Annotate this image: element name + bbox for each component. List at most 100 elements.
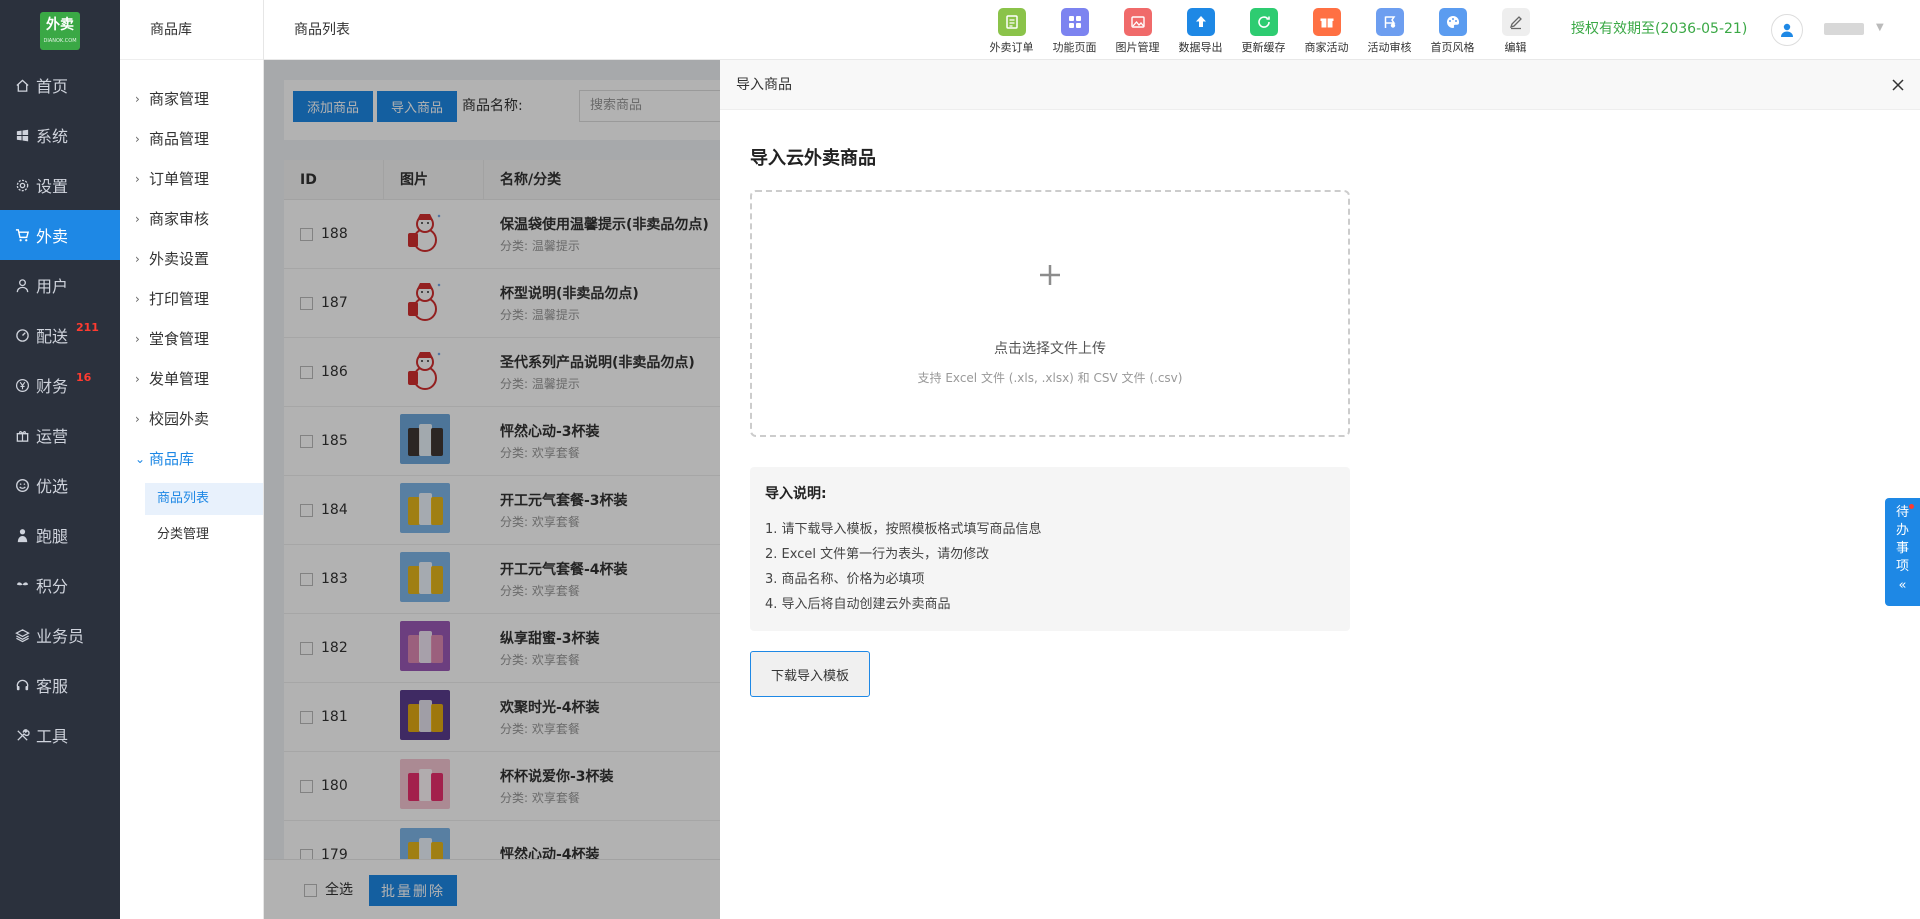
headset-icon: [14, 677, 30, 693]
image-icon: [1123, 8, 1152, 36]
sub-nav-label: 订单管理: [149, 170, 210, 188]
sub-nav-product-list[interactable]: 商品列表: [145, 483, 263, 515]
tools-icon: [14, 727, 30, 743]
note-item: 1. 请下载导入模板，按照模板格式填写商品信息: [765, 522, 1042, 537]
tool-label: 外卖订单: [989, 41, 1034, 54]
toolbar-grid-button[interactable]: 功能页面: [1043, 8, 1106, 55]
todo-char: 项: [1895, 559, 1909, 574]
drawer-header-title: 导入商品: [736, 77, 792, 93]
breadcrumb: 商品列表: [294, 22, 350, 38]
sub-nav-item[interactable]: › 打印管理: [120, 279, 263, 319]
sidebar-item-13[interactable]: 工具: [0, 710, 120, 760]
tool-label: 编辑: [1504, 41, 1527, 54]
import-drawer: 导入商品 导入云外卖商品 点击选择文件上传 支持 Excel 文件 (.xls,…: [720, 60, 1920, 919]
todo-char: 待: [1895, 505, 1909, 520]
avatar[interactable]: [1771, 14, 1803, 46]
yen-icon: [14, 377, 30, 393]
sidebar-item-11[interactable]: 业务员: [0, 610, 120, 660]
todo-float-button[interactable]: 待 办 事 项 «: [1885, 498, 1920, 606]
toolbar-upload-button[interactable]: 数据导出: [1169, 8, 1232, 55]
sidebar-item-label: 优选: [36, 477, 69, 496]
flag-icon: [1375, 8, 1404, 36]
sub-nav-item[interactable]: › 堂食管理: [120, 319, 263, 359]
cart-icon: [14, 227, 30, 243]
main-nav-list: 首页 系统 设置 外卖用户配送 211 财务 16 运营优选跑腿积分业务员客服工具: [0, 60, 120, 760]
toolbar-refresh-button[interactable]: 更新缓存: [1232, 8, 1295, 55]
sidebar-item-label: 工具: [36, 727, 69, 746]
sub-nav-label: 商家管理: [149, 90, 210, 108]
user-menu-caret-icon[interactable]: ▼: [1876, 22, 1884, 33]
gear-icon: [14, 177, 30, 193]
main-sidebar: 外卖 DIANOK.COM 首页 系统 设置 外卖用户配送 211 财务 16 运营优选跑腿积…: [0, 0, 120, 919]
sidebar-item-9[interactable]: 跑腿: [0, 510, 120, 560]
sidebar-item-12[interactable]: 客服: [0, 660, 120, 710]
sidebar-item-5[interactable]: 配送 211: [0, 310, 120, 360]
close-icon[interactable]: [1890, 77, 1906, 93]
chevron-right-icon: ›: [135, 172, 140, 186]
sidebar-item-label: 客服: [36, 677, 69, 696]
note-item: 4. 导入后将自动创建云外卖商品: [765, 597, 951, 612]
plus-icon: [1040, 265, 1060, 285]
toolbar-gift-button[interactable]: 商家活动: [1295, 8, 1358, 55]
sidebar-item-3[interactable]: 外卖: [0, 210, 120, 260]
tool-label: 更新缓存: [1241, 41, 1286, 54]
chevron-right-icon: ›: [135, 252, 140, 266]
sidebar-item-2[interactable]: 设置: [0, 160, 120, 210]
sidebar-item-1[interactable]: 系统: [0, 110, 120, 160]
user-icon: [14, 277, 30, 293]
gift-icon: [1312, 8, 1341, 36]
tool-label: 数据导出: [1178, 41, 1223, 54]
note-item: 3. 商品名称、价格为必填项: [765, 572, 925, 587]
drawer-header: 导入商品: [720, 60, 1920, 110]
upload-main-text: 点击选择文件上传: [994, 341, 1106, 357]
sub-nav-category-manage[interactable]: 分类管理: [145, 519, 263, 551]
sub-nav-item[interactable]: › 订单管理: [120, 159, 263, 199]
windows-icon: [14, 127, 30, 143]
toolbar-pencil-button[interactable]: 编辑: [1484, 8, 1547, 55]
sidebar-item-6[interactable]: 财务 16: [0, 360, 120, 410]
toolbar-palette-button[interactable]: 首页风格: [1421, 8, 1484, 55]
sub-nav-item[interactable]: › 商品管理: [120, 119, 263, 159]
note-item: 2. Excel 文件第一行为表头，请勿修改: [765, 547, 990, 562]
layers-icon: [14, 627, 30, 643]
sidebar-item-10[interactable]: 积分: [0, 560, 120, 610]
sub-nav-label: 发单管理: [149, 370, 210, 388]
file-upload-area[interactable]: 点击选择文件上传 支持 Excel 文件 (.xls, .xlsx) 和 CSV…: [750, 190, 1350, 437]
tool-label: 图片管理: [1115, 41, 1160, 54]
count-badge: 16: [76, 371, 92, 384]
toolbar-image-button[interactable]: 图片管理: [1106, 8, 1169, 55]
refresh-icon: [1249, 8, 1278, 36]
sub-nav-item[interactable]: › 商家审核: [120, 199, 263, 239]
sub-nav-label: 商品库: [149, 450, 195, 468]
chevron-right-icon: ›: [135, 292, 140, 306]
toolbar-flag-button[interactable]: 活动审核: [1358, 8, 1421, 55]
sidebar-item-4[interactable]: 用户: [0, 260, 120, 310]
brand-logo[interactable]: 外卖 DIANOK.COM: [40, 12, 80, 50]
tool-label: 商家活动: [1304, 41, 1349, 54]
sub-nav-item[interactable]: › 外卖设置: [120, 239, 263, 279]
sub-nav-item[interactable]: › 商家管理: [120, 79, 263, 119]
sub-nav-item-product-library[interactable]: ⌄ 商品库: [120, 439, 263, 479]
sidebar-item-0[interactable]: 首页: [0, 60, 120, 110]
sub-nav-label: 商家审核: [149, 210, 210, 228]
sub-nav-item[interactable]: › 发单管理: [120, 359, 263, 399]
sub-nav-item[interactable]: › 校园外卖: [120, 399, 263, 439]
sidebar-item-label: 用户: [36, 277, 69, 296]
sub-nav-label: 打印管理: [149, 290, 210, 308]
sidebar-item-label: 积分: [36, 577, 69, 596]
person-icon: [14, 527, 30, 543]
chevron-right-icon: ›: [135, 412, 140, 426]
drawer-title: 导入云外卖商品: [750, 148, 876, 169]
sidebar-item-8[interactable]: 优选: [0, 460, 120, 510]
home-icon: [14, 77, 30, 93]
toolbar-order-button[interactable]: 外卖订单: [980, 8, 1043, 55]
username-placeholder[interactable]: [1824, 23, 1864, 35]
sidebar-item-7[interactable]: 运营: [0, 410, 120, 460]
download-template-button[interactable]: 下载导入模板: [750, 651, 870, 697]
sidebar-item-label: 财务: [36, 377, 69, 396]
sidebar-item-label: 跑腿: [36, 527, 69, 546]
chevron-down-icon: ⌄: [135, 452, 146, 466]
grid-icon: [1060, 8, 1089, 36]
chevron-right-icon: ›: [135, 132, 140, 146]
import-notes: 导入说明: 1. 请下载导入模板，按照模板格式填写商品信息 2. Excel 文…: [750, 467, 1350, 631]
